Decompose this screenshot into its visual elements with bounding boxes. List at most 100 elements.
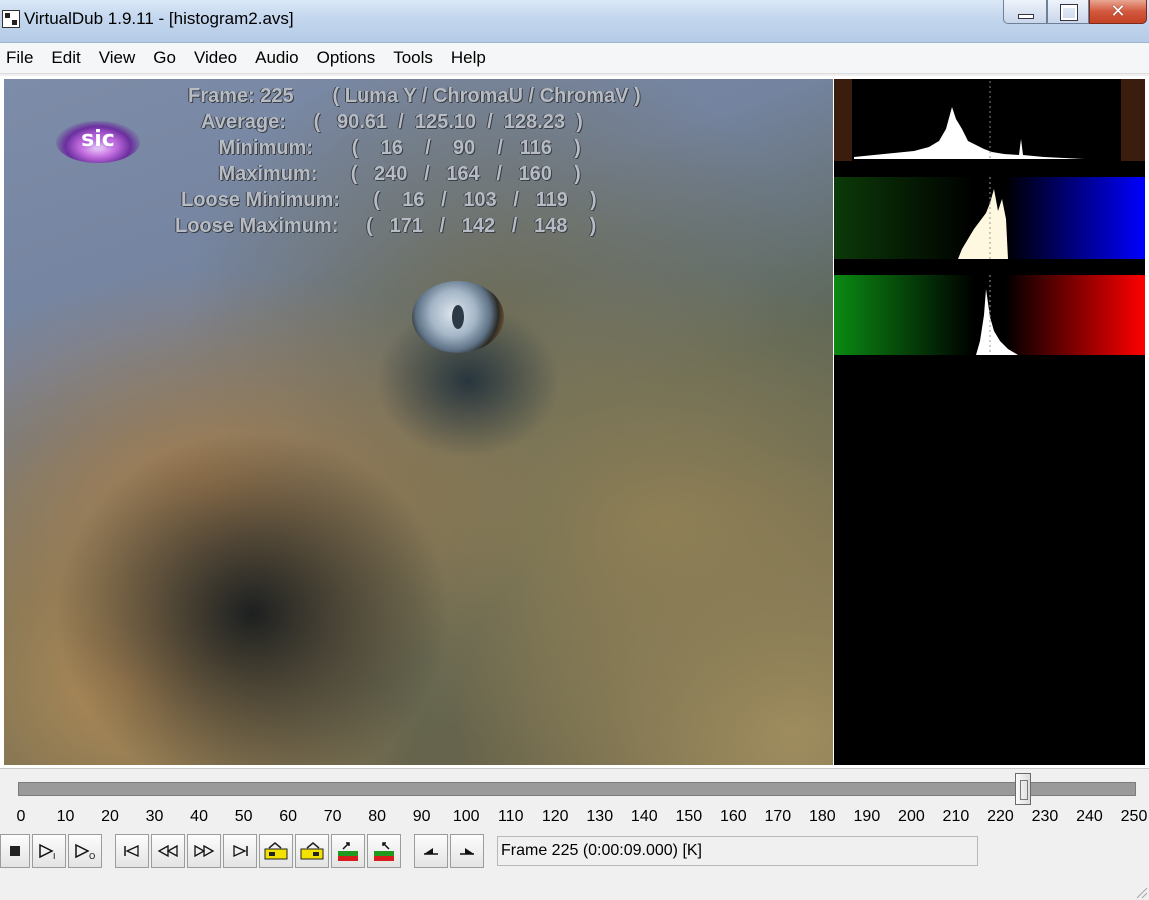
luma-high-range bbox=[1121, 79, 1145, 161]
osd-line-loose-maximum: Loose Maximum: ( 171 / 142 / 148 ) bbox=[175, 215, 597, 237]
menu-bar: File Edit View Go Video Audio Options To… bbox=[0, 43, 1149, 74]
channel-logo-text: sic bbox=[81, 127, 115, 152]
osd-line-minimum: Minimum: ( 16 / 90 / 116 ) bbox=[174, 137, 581, 159]
play-input-button[interactable]: I bbox=[32, 834, 66, 868]
stop-icon bbox=[10, 846, 20, 856]
timeline-tick-label: 0 bbox=[16, 808, 26, 825]
prev-key-icon bbox=[157, 844, 178, 858]
osd-line-loose-minimum: Loose Minimum: ( 16 / 103 / 119 ) bbox=[181, 189, 597, 211]
chroma-v-histogram bbox=[834, 275, 1145, 355]
timeline-tick-label: 80 bbox=[368, 808, 387, 825]
timeline-tick-label: 220 bbox=[987, 808, 1014, 825]
chroma-u-histogram bbox=[834, 177, 1145, 259]
svg-text:I: I bbox=[53, 852, 55, 860]
window-title: VirtualDub 1.9.11 - [histogram2.avs] bbox=[24, 9, 294, 28]
histogram-panel bbox=[834, 79, 1145, 765]
timeline-tick-label: 30 bbox=[145, 808, 164, 825]
menu-help[interactable]: Help bbox=[442, 45, 495, 71]
timeline-tick-label: 110 bbox=[497, 808, 524, 825]
timeline-tick-label: 10 bbox=[56, 808, 75, 825]
close-button[interactable]: ✕ bbox=[1089, 0, 1147, 24]
next-key-button[interactable] bbox=[187, 834, 221, 868]
timeline-tick-label: 160 bbox=[719, 808, 747, 825]
status-bar bbox=[0, 870, 1149, 900]
mark-out-button[interactable] bbox=[367, 834, 401, 868]
transport-toolbar: I O Frame 225 (0:00:09.000) [K] bbox=[0, 834, 1149, 870]
minimize-button[interactable] bbox=[1003, 0, 1047, 24]
go-end-button[interactable] bbox=[223, 834, 257, 868]
timeline-tick-label: 250 bbox=[1120, 808, 1148, 825]
timeline-tick-label: 130 bbox=[586, 808, 614, 825]
timeline-tick-label: 50 bbox=[234, 808, 253, 825]
next-scene-icon bbox=[300, 842, 324, 860]
title-bar: VirtualDub 1.9.11 - [histogram2.avs] ✕ bbox=[0, 0, 1149, 43]
close-icon: ✕ bbox=[1110, 1, 1126, 22]
prev-frame-icon bbox=[424, 848, 438, 855]
minimize-icon bbox=[1018, 14, 1034, 19]
mark-in-button[interactable] bbox=[331, 834, 365, 868]
menu-edit[interactable]: Edit bbox=[42, 45, 89, 71]
osd-line-average: Average: ( 90.61 / 125.10 / 128.23 ) bbox=[174, 111, 583, 133]
timeline-tick-label: 240 bbox=[1076, 808, 1103, 825]
timeline-tick-label: 230 bbox=[1031, 808, 1059, 825]
menu-audio[interactable]: Audio bbox=[246, 45, 307, 71]
maximize-button[interactable] bbox=[1047, 0, 1089, 24]
menu-options[interactable]: Options bbox=[308, 45, 385, 71]
svg-text:O: O bbox=[89, 852, 95, 860]
menu-view[interactable]: View bbox=[90, 45, 145, 71]
prev-frame-button[interactable] bbox=[414, 834, 448, 868]
timeline-tick-label: 40 bbox=[190, 808, 208, 825]
channel-logo: sic bbox=[56, 121, 140, 163]
position-track[interactable] bbox=[18, 782, 1136, 796]
menu-video[interactable]: Video bbox=[185, 45, 246, 71]
main-area: sic Frame: 225 ( Luma Y / ChromaU / Chro… bbox=[0, 76, 1149, 769]
timeline-tick-label: 20 bbox=[101, 808, 119, 825]
stop-button[interactable] bbox=[0, 834, 30, 868]
menu-file[interactable]: File bbox=[0, 45, 42, 71]
go-start-button[interactable] bbox=[115, 834, 149, 868]
timeline-tick-label: 200 bbox=[898, 808, 925, 825]
histogram-graphic bbox=[834, 79, 1145, 355]
timeline-tick-label: 170 bbox=[764, 808, 792, 825]
timeline-tick-label: 150 bbox=[675, 808, 703, 825]
luma-curve bbox=[854, 107, 1084, 159]
app-icon[interactable] bbox=[2, 10, 20, 28]
next-scene-button[interactable] bbox=[295, 834, 329, 868]
timeline-tick-label: 180 bbox=[809, 808, 836, 825]
frame-status-field: Frame 225 (0:00:09.000) [K] bbox=[497, 836, 978, 866]
mark-out-icon bbox=[374, 842, 394, 861]
timeline-tick-label: 190 bbox=[853, 808, 881, 825]
luma-histogram bbox=[834, 79, 1145, 161]
play-output-icon: O bbox=[75, 843, 95, 860]
menu-go[interactable]: Go bbox=[144, 45, 185, 71]
osd-line-maximum: Maximum: ( 240 / 164 / 160 ) bbox=[174, 163, 581, 185]
osd-line-frame: Frame: 225 ( Luma Y / ChromaU / ChromaV … bbox=[188, 85, 641, 107]
timeline-tick-label: 100 bbox=[452, 808, 480, 825]
position-slider-thumb[interactable] bbox=[1014, 773, 1031, 805]
next-frame-icon bbox=[460, 848, 474, 855]
timeline-tick-label: 70 bbox=[323, 808, 342, 825]
window-controls: ✕ bbox=[1003, 0, 1147, 26]
luma-low-range bbox=[834, 79, 852, 161]
prev-scene-button[interactable] bbox=[259, 834, 293, 868]
prev-scene-icon bbox=[264, 842, 288, 860]
timeline-tick-label: 120 bbox=[541, 808, 569, 825]
menu-tools[interactable]: Tools bbox=[384, 45, 442, 71]
resize-grip-icon[interactable] bbox=[1133, 884, 1149, 900]
play-input-icon: I bbox=[39, 843, 55, 860]
timeline-tick-label: 90 bbox=[412, 808, 431, 825]
maximize-icon bbox=[1060, 4, 1078, 21]
timeline-tick-label: 60 bbox=[279, 808, 298, 825]
timeline-tick-label: 210 bbox=[942, 808, 970, 825]
timeline: 0 10 20 30 40 50 60 70 80 90 100 110 120 130 140 150 160… bbox=[0, 770, 1149, 832]
video-output-pane[interactable]: sic Frame: 225 ( Luma Y / ChromaU / Chro… bbox=[4, 79, 833, 765]
next-frame-button[interactable] bbox=[450, 834, 484, 868]
start-icon bbox=[124, 844, 139, 858]
video-frame-detail bbox=[412, 281, 504, 353]
mark-in-icon bbox=[338, 842, 358, 861]
end-icon bbox=[233, 844, 248, 858]
next-key-icon bbox=[194, 844, 215, 858]
timeline-tick-label: 140 bbox=[630, 808, 658, 825]
prev-key-button[interactable] bbox=[151, 834, 185, 868]
play-output-button[interactable]: O bbox=[68, 834, 102, 868]
